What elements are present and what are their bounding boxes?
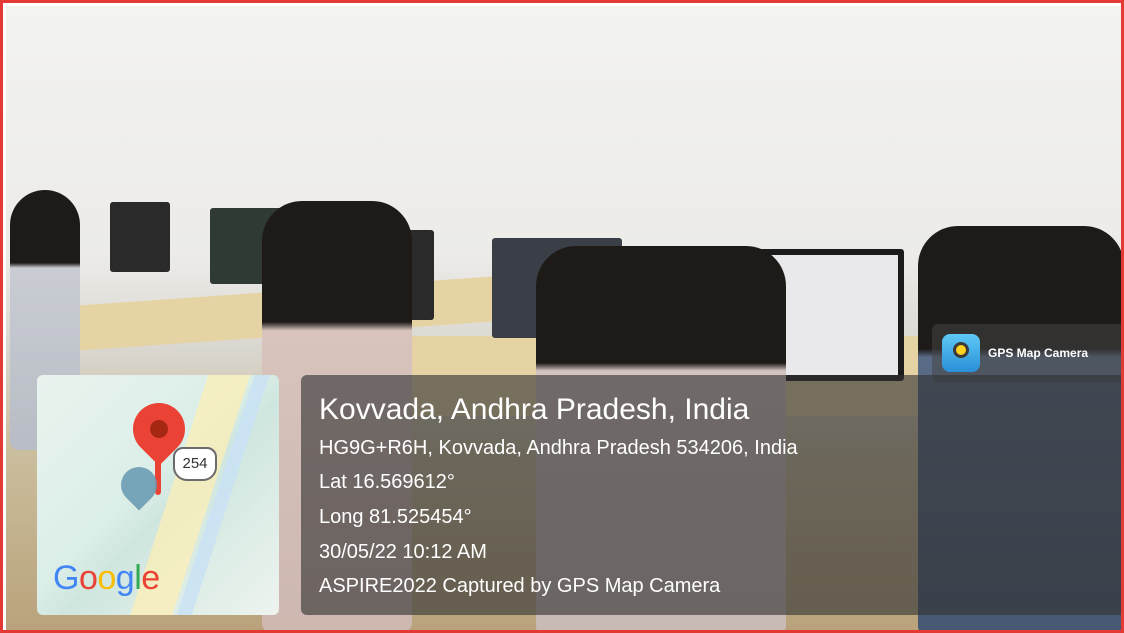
- longitude: Long 81.525454°: [319, 506, 472, 528]
- datetime: 30/05/22 10:12 AM: [319, 541, 487, 563]
- caption: ASPIRE2022 Captured by GPS Map Camera: [319, 575, 721, 597]
- monitor: [110, 202, 170, 272]
- gps-map-camera-app-icon: [942, 334, 980, 372]
- highway-shield: 254: [173, 447, 217, 481]
- badge-label: GPS Map Camera: [988, 346, 1089, 360]
- location-info-panel: Kovvada, Andhra Pradesh, India HG9G+R6H,…: [301, 375, 1121, 615]
- latitude: Lat 16.569612°: [319, 471, 455, 493]
- gps-map-camera-badge: GPS Map Camera: [932, 324, 1121, 382]
- photo-frame: GPS Map Camera 254 Google Kovvada, Andhr…: [0, 0, 1124, 633]
- google-logo: Google: [53, 559, 160, 597]
- map-thumbnail: 254 Google: [37, 375, 279, 615]
- address: HG9G+R6H, Kovvada, Andhra Pradesh 534206…: [319, 437, 798, 459]
- location-title: Kovvada, Andhra Pradesh, India: [319, 393, 750, 426]
